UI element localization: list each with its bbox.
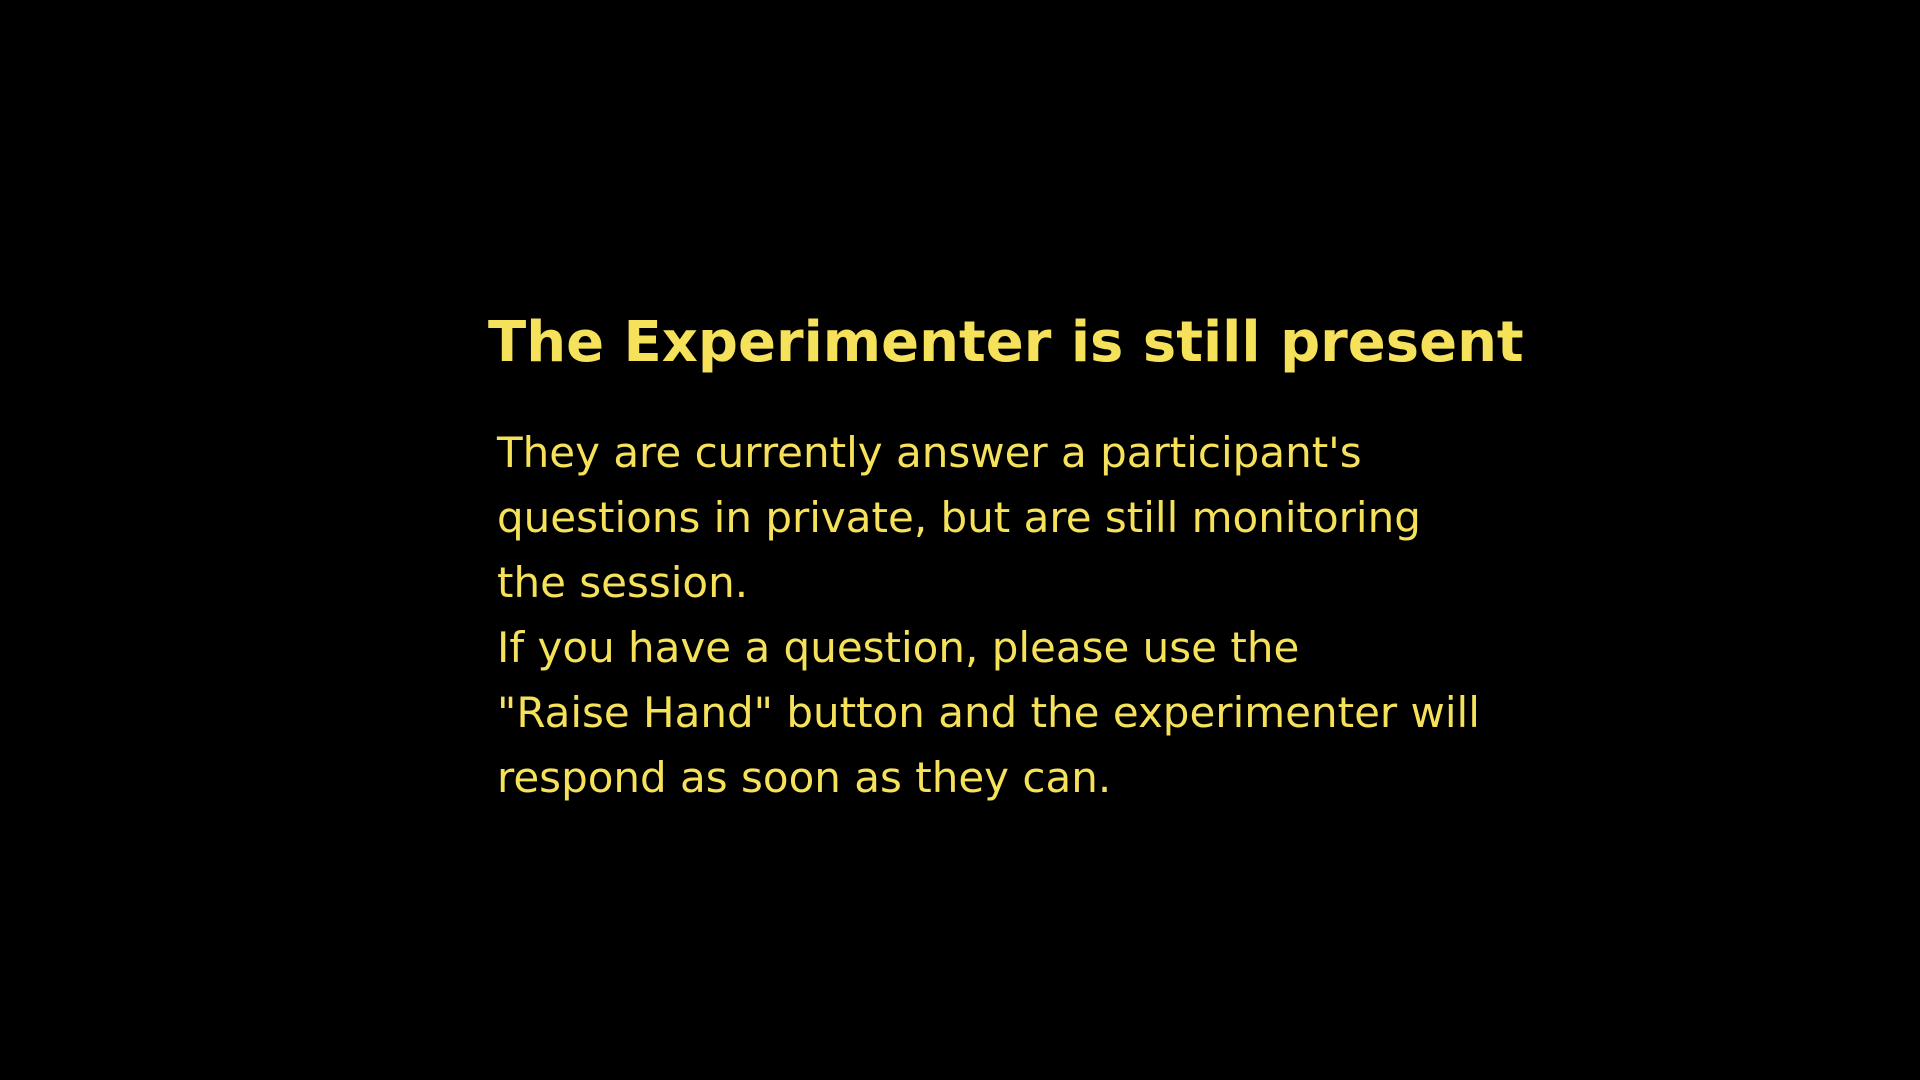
notice-message-line: the session. [497, 558, 749, 607]
notice-message-line: If you have a question, please use the [497, 623, 1300, 672]
notice-message-line: They are currently answer a participant'… [497, 428, 1362, 477]
notice-message-line: questions in private, but are still moni… [497, 493, 1421, 542]
notice-message: They are currently answer a participant'… [497, 420, 1488, 810]
notice-title: The Experimenter is still present [488, 310, 1524, 375]
notice-message-line: "Raise Hand" button and the experimenter… [497, 688, 1480, 737]
experimenter-status-screen: The Experimenter is still present They a… [0, 0, 1920, 1080]
notice-message-line: respond as soon as they can. [497, 753, 1112, 802]
experimenter-present-notice: The Experimenter is still present They a… [488, 304, 1524, 810]
